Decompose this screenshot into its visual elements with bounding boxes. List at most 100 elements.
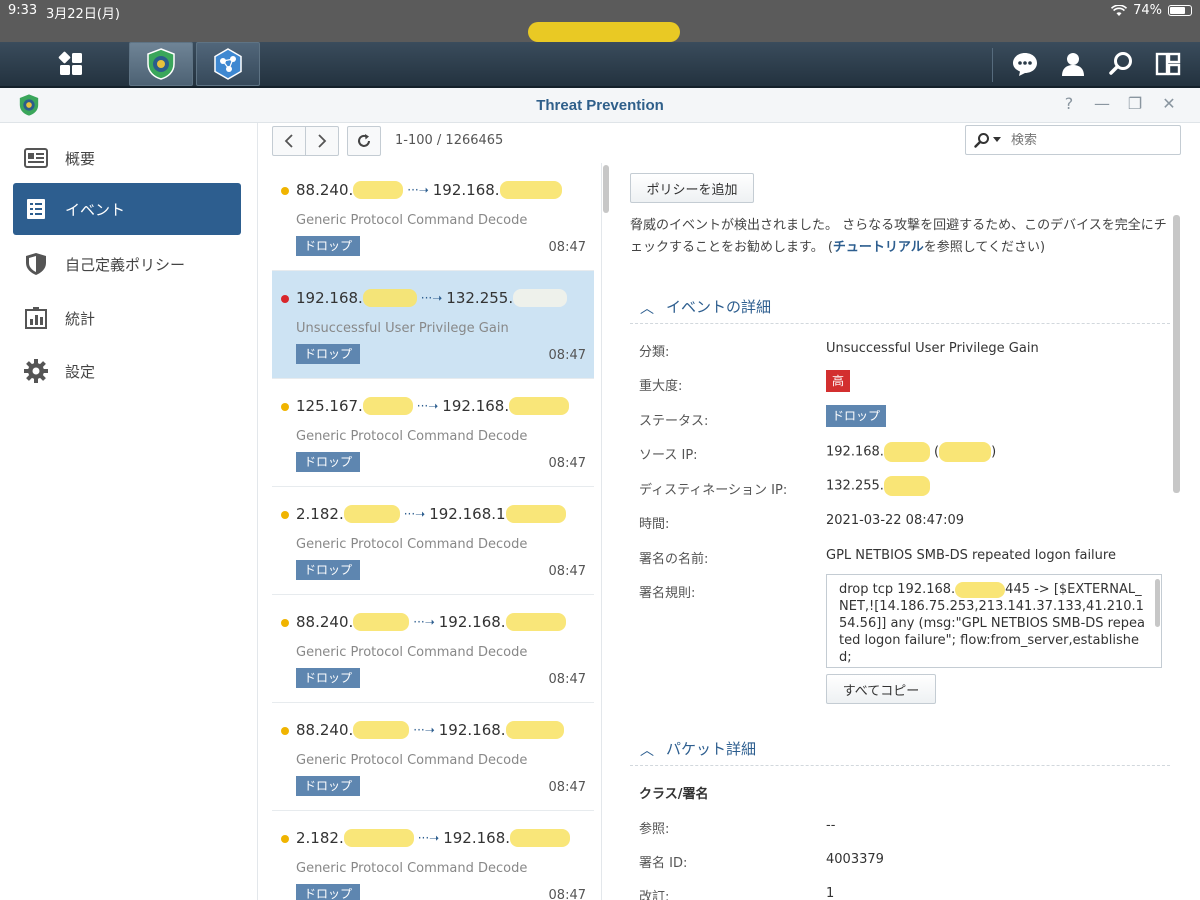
source-ip-value: 192.168. (826, 444, 884, 460)
status-value-wrap: ドロップ (826, 405, 887, 427)
list-item[interactable]: 125.167. ···➝ 192.168. Generic Protocol Co… (272, 379, 594, 487)
user-button[interactable] (1056, 42, 1090, 86)
event-list-scrollbar[interactable] (603, 165, 609, 213)
sidebar-label-events: イベント (65, 200, 126, 219)
reference-label: 参照: (639, 822, 670, 837)
status-badge: ドロップ (826, 405, 887, 427)
event-details-section-header[interactable]: ︿ イベントの詳細 (630, 290, 1170, 324)
status-date: 3月22日(月) (46, 7, 120, 22)
dest-ip-label: ディスティネーション IP: (639, 483, 788, 498)
redaction-mark (505, 613, 566, 631)
sidebar-item-statistics[interactable]: 統計 (13, 292, 241, 344)
refresh-button[interactable] (347, 126, 381, 156)
overview-icon (24, 148, 48, 168)
signature-rule-textarea[interactable]: drop tcp 192.168. 445 -> [$EXTERNAL_NET,!… (826, 574, 1162, 668)
list-item[interactable]: 2.182. ···➝ 192.168.1 Generic Protocol Com… (272, 487, 594, 595)
arrow-right-icon: ···➝ (413, 723, 435, 737)
refresh-icon (358, 134, 370, 147)
minimize-icon[interactable]: — (1092, 94, 1112, 113)
list-item[interactable]: 88.240. ···➝ 192.168. Generic Protocol Com… (272, 595, 594, 703)
event-signature: Generic Protocol Command Decode (296, 213, 528, 228)
search-button[interactable] (1104, 42, 1138, 86)
event-ips: 88.240. ···➝ 192.168. (296, 721, 564, 739)
redaction-mark (353, 721, 410, 739)
list-item[interactable]: 192.168. ···➝ 132.255. Unsuccessful User P… (272, 271, 594, 379)
battery-percent: 74% (1133, 3, 1162, 18)
widgets-icon (1155, 52, 1181, 76)
arrow-right-icon: ···➝ (407, 183, 429, 197)
event-description: 脅威のイベントが検出されました。 さらなる攻撃を回避するため、このデバイスを完全… (630, 215, 1175, 259)
threat-prevention-icon (147, 48, 175, 80)
signature-id-value: 4003379 (826, 852, 884, 867)
gear-icon (24, 359, 48, 383)
notifications-button[interactable] (1008, 42, 1042, 86)
taskbar-threat-prevention[interactable] (129, 42, 193, 86)
redaction-mark (883, 442, 930, 462)
detail-scrollbar[interactable] (1173, 215, 1180, 493)
chat-bubble-icon (1013, 53, 1037, 76)
reference-value: -- (826, 818, 836, 833)
taskbar-network-app[interactable] (196, 42, 260, 86)
search-box[interactable] (965, 125, 1181, 155)
severity-dot (281, 835, 289, 843)
list-item[interactable]: 88.240. ···➝ 192.168. Generic Protocol Com… (272, 703, 594, 811)
event-status-tag: ドロップ (296, 344, 361, 364)
window-title: Threat Prevention (536, 97, 664, 114)
search-input[interactable] (1011, 132, 1161, 148)
add-policy-button[interactable]: ポリシーを追加 (630, 173, 754, 203)
packet-details-section-header[interactable]: ︿ パケット詳細 (630, 732, 1170, 766)
maximize-icon[interactable]: ❐ (1125, 94, 1145, 113)
event-status-tag: ドロップ (296, 560, 361, 580)
sidebar-item-settings[interactable]: 設定 (13, 345, 241, 397)
event-dst-ip: 192.168. (442, 397, 510, 415)
redaction-mark (509, 397, 570, 415)
event-dst-ip: 192.168. (438, 721, 506, 739)
prev-page-button[interactable] (272, 126, 306, 156)
class-signature-heading: クラス/署名 (639, 787, 709, 802)
next-page-button[interactable] (305, 126, 339, 156)
widgets-button[interactable] (1151, 42, 1185, 86)
arrow-right-icon: ···➝ (417, 831, 440, 845)
redaction-mark (343, 505, 400, 523)
chevron-right-icon (318, 134, 327, 148)
event-signature: Generic Protocol Command Decode (296, 645, 528, 660)
event-status-tag: ドロップ (296, 776, 361, 796)
list-item[interactable]: 2.182. ···➝ 192.168. Generic Protocol Comm… (272, 811, 594, 900)
event-time: 08:47 (548, 564, 586, 579)
source-ip-label: ソース IP: (639, 448, 698, 463)
tutorial-link[interactable]: チュートリアル (833, 240, 924, 255)
sidebar-item-events[interactable]: イベント (13, 183, 241, 235)
severity-value-wrap: 高 (826, 370, 851, 392)
severity-dot (281, 619, 289, 627)
help-icon[interactable]: ? (1059, 94, 1079, 113)
sidebar: 概要 イベント 自己定義ポリシー 統計 設定 (0, 123, 258, 900)
event-signature: Unsuccessful User Privilege Gain (296, 321, 509, 336)
signature-rule-label: 署名規則: (639, 586, 696, 601)
sidebar-label-custom-policy: 自己定義ポリシー (65, 255, 186, 274)
status-time: 9:33 (8, 3, 38, 18)
sidebar-item-overview[interactable]: 概要 (13, 132, 241, 184)
close-icon[interactable]: ✕ (1159, 94, 1179, 113)
network-app-icon (214, 48, 242, 80)
main-menu-button[interactable] (24, 42, 118, 86)
event-ips: 192.168. ···➝ 132.255. (296, 289, 568, 307)
rule-scrollbar[interactable] (1155, 579, 1160, 627)
event-ips: 88.240. ···➝ 192.168. (296, 613, 566, 631)
revision-value: 1 (826, 886, 835, 900)
event-src-ip: 192.168. (296, 289, 363, 307)
event-time: 08:47 (548, 240, 586, 255)
severity-dot (281, 727, 289, 735)
time-value: 2021-03-22 08:47:09 (826, 513, 965, 528)
arrow-right-icon: ···➝ (420, 291, 443, 305)
sidebar-item-custom-policy[interactable]: 自己定義ポリシー (13, 238, 241, 290)
redaction-mark (505, 721, 564, 739)
event-status-tag: ドロップ (296, 236, 361, 256)
redaction-mark (499, 181, 562, 199)
list-item[interactable]: 88.240. ···➝ 192.168. Generic Protocol Com… (272, 163, 594, 271)
copy-all-button[interactable]: すべてコピー (826, 674, 936, 704)
event-detail-panel: ポリシーを追加 脅威のイベントが検出されました。 さらなる攻撃を回避するため、こ… (612, 163, 1200, 900)
rule-text-start: drop tcp 192.168. (839, 582, 956, 597)
redaction-mark (510, 829, 571, 847)
event-dst-ip: 192.168. (432, 181, 500, 199)
arrow-right-icon: ···➝ (413, 615, 435, 629)
